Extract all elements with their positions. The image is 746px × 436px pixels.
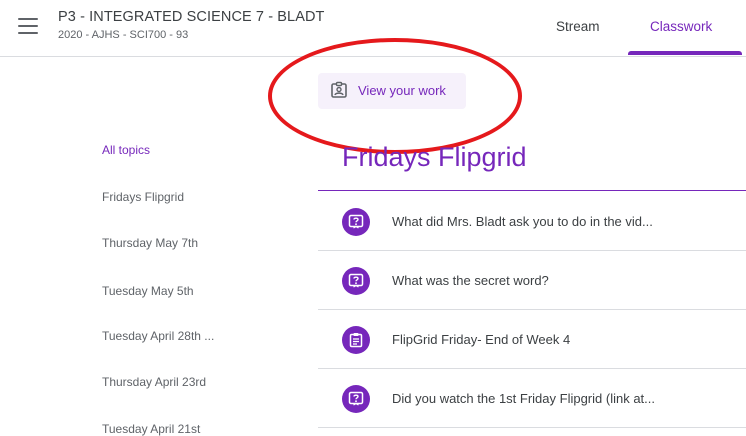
view-your-work-button[interactable]: View your work	[318, 73, 466, 109]
classwork-item[interactable]: Did you watch the 1st Friday Flipgrid (l…	[318, 369, 746, 428]
class-subtitle: 2020 - AJHS - SCI700 - 93	[58, 29, 189, 41]
top-bar: P3 - INTEGRATED SCIENCE 7 - BLADT 2020 -…	[0, 0, 746, 57]
question-icon	[342, 208, 370, 236]
section-divider	[318, 190, 746, 191]
assignment-icon	[342, 326, 370, 354]
active-tab-indicator	[628, 51, 742, 55]
tab-classwork[interactable]: Classwork	[650, 19, 712, 34]
classwork-item[interactable]: FlipGrid Friday- End of Week 4	[318, 310, 746, 369]
topic-thursday-april-23rd[interactable]: Thursday April 23rd	[102, 375, 206, 389]
classwork-item-title: What did Mrs. Bladt ask you to do in the…	[392, 214, 653, 229]
classwork-item[interactable]: What was the secret word?	[318, 251, 746, 310]
section-title: Fridays Flipgrid	[342, 142, 527, 172]
view-your-work-label: View your work	[358, 83, 446, 98]
topic-thursday-may-7th[interactable]: Thursday May 7th	[102, 236, 198, 250]
question-icon	[342, 267, 370, 295]
class-title[interactable]: P3 - INTEGRATED SCIENCE 7 - BLADT	[58, 9, 325, 25]
classwork-item-title: FlipGrid Friday- End of Week 4	[392, 332, 571, 347]
topic-tuesday-april-28th[interactable]: Tuesday April 28th ...	[102, 329, 214, 343]
classwork-item-title: Did you watch the 1st Friday Flipgrid (l…	[392, 391, 655, 406]
hamburger-menu-icon[interactable]	[18, 18, 38, 34]
topic-tuesday-may-5th[interactable]: Tuesday May 5th	[102, 284, 194, 298]
topic-fridays-flipgrid[interactable]: Fridays Flipgrid	[102, 190, 184, 204]
classwork-item[interactable]: What did Mrs. Bladt ask you to do in the…	[318, 192, 746, 251]
topic-tuesday-april-21st[interactable]: Tuesday April 21st	[102, 422, 200, 436]
tab-stream[interactable]: Stream	[556, 19, 600, 34]
classwork-item-title: What was the secret word?	[392, 273, 549, 288]
question-icon	[342, 385, 370, 413]
topic-all-topics[interactable]: All topics	[102, 143, 150, 157]
assignment-ind-icon	[331, 81, 347, 98]
